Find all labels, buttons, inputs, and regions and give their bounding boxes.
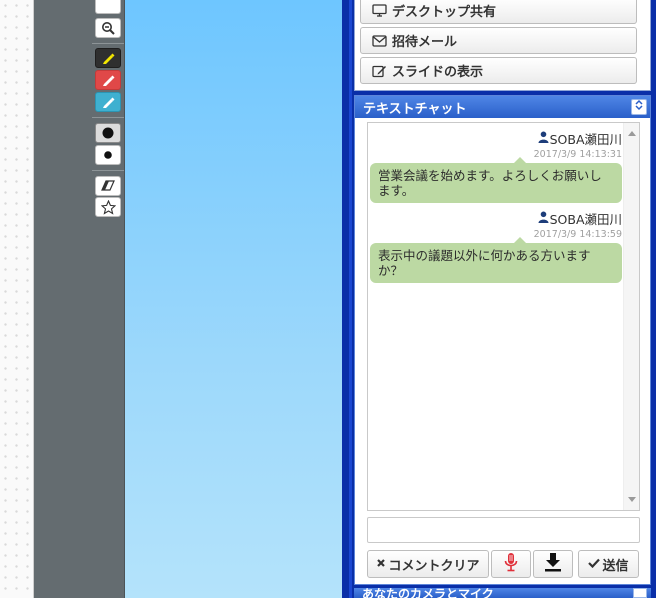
voice-input-button[interactable]	[491, 550, 531, 578]
download-log-button[interactable]	[533, 550, 573, 578]
small-brush-button[interactable]	[95, 145, 121, 165]
comment-clear-label: コメントクリア	[388, 558, 480, 574]
chat-message: SOBA瀬田川 2017/3/9 14:13:59 表示中の議題以外に何かある方…	[368, 209, 624, 283]
message-author-name: SOBA瀬田川	[549, 132, 622, 147]
toolbar-divider	[92, 117, 124, 118]
camera-mic-panel-title: あなたのカメラとマイク	[362, 588, 494, 598]
toolbar-divider	[92, 43, 124, 44]
collapse-toggle-icon[interactable]	[633, 588, 647, 598]
desktop-share-label: デスクトップ共有	[392, 5, 497, 20]
message-bubble: 表示中の議題以外に何かある方いますか？	[370, 237, 622, 283]
highlighter-yellow-icon	[101, 51, 115, 65]
red-pen-button[interactable]	[95, 70, 121, 90]
scroll-down-arrow[interactable]	[628, 497, 636, 502]
envelope-icon	[371, 34, 387, 48]
monitor-icon	[371, 4, 387, 18]
chat-collapse-button[interactable]	[631, 99, 647, 115]
chat-message: SOBA瀬田川 2017/3/9 14:13:31 営業会議を始めます。よろしく…	[368, 129, 624, 203]
chat-panel-title: テキストチャット	[363, 101, 467, 117]
chat-message-input[interactable]	[367, 517, 640, 543]
invite-mail-label: 招待メール	[392, 35, 458, 50]
toolbar-scroll-handle[interactable]	[95, 0, 121, 14]
times-icon	[376, 557, 386, 572]
desktop-share-button[interactable]: デスクトップ共有	[360, 0, 637, 24]
yellow-highlighter-button[interactable]	[95, 48, 121, 68]
message-author: SOBA瀬田川	[368, 209, 624, 228]
slide-show-button[interactable]: スライドの表示	[360, 57, 637, 84]
chat-scrollbar[interactable]	[623, 123, 639, 510]
pen-blue-icon	[101, 95, 115, 109]
message-timestamp: 2017/3/9 14:13:31	[533, 149, 622, 160]
message-author: SOBA瀬田川	[368, 129, 624, 148]
star-icon	[100, 199, 116, 215]
user-icon	[538, 131, 550, 146]
scroll-up-arrow[interactable]	[628, 131, 636, 136]
message-author-name: SOBA瀬田川	[549, 212, 622, 227]
chat-message-log[interactable]: SOBA瀬田川 2017/3/9 14:13:31 営業会議を始めます。よろしく…	[367, 122, 640, 511]
stamp-button[interactable]	[95, 197, 121, 217]
microphone-icon	[504, 552, 518, 576]
check-icon	[588, 557, 601, 572]
whiteboard-canvas[interactable]	[125, 0, 342, 598]
share-menu-panel: デスクトップ共有 招待メール スライドの表示	[354, 0, 651, 91]
zoom-out-button[interactable]	[95, 18, 121, 38]
comment-clear-button[interactable]: コメントクリア	[367, 550, 489, 578]
collapse-toggle-icon	[633, 99, 645, 115]
download-icon	[544, 552, 562, 576]
chat-panel-header: テキストチャット	[355, 96, 650, 118]
send-label: 送信	[602, 558, 629, 574]
blue-pen-button[interactable]	[95, 92, 121, 112]
dot-small-icon	[101, 148, 115, 162]
camera-mic-panel-header[interactable]: あなたのカメラとマイク	[354, 588, 651, 598]
large-brush-button[interactable]	[95, 123, 121, 143]
drawing-toolbar	[34, 0, 125, 598]
dot-large-icon	[101, 126, 115, 140]
frame-border	[349, 0, 352, 598]
send-button[interactable]: 送信	[578, 550, 639, 578]
toolbar-divider	[92, 170, 124, 171]
text-chat-panel: テキストチャット SOBA瀬田川 2017/3/9 14:13:31 営業会議を…	[354, 95, 651, 585]
eraser-icon	[100, 180, 116, 192]
edit-icon	[371, 64, 387, 78]
slide-show-label: スライドの表示	[392, 65, 484, 80]
left-gutter	[0, 0, 34, 598]
pen-red-icon	[101, 73, 115, 87]
zoom-out-icon	[101, 21, 115, 35]
user-icon	[538, 211, 550, 226]
message-bubble: 営業会議を始めます。よろしくお願いします。	[370, 157, 622, 203]
invite-mail-button[interactable]: 招待メール	[360, 27, 637, 54]
message-timestamp: 2017/3/9 14:13:59	[533, 229, 622, 240]
eraser-button[interactable]	[95, 176, 121, 196]
conference-app: デスクトップ共有 招待メール スライドの表示 テキストチャット SOBA瀬田川 …	[0, 0, 656, 598]
